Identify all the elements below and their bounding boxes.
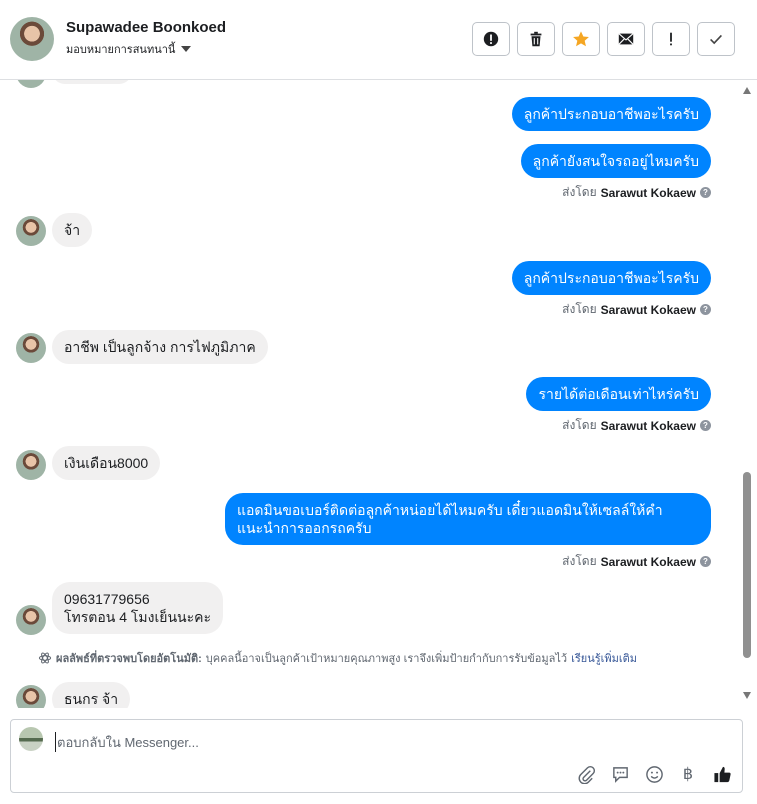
help-icon[interactable]: ? bbox=[700, 420, 711, 431]
avatar bbox=[16, 685, 46, 708]
follow-up-button[interactable] bbox=[652, 22, 690, 56]
message-bubble-outgoing: แอดมินขอเบอร์ติดต่อลูกค้าหน่อยได้ไหมครับ… bbox=[225, 493, 711, 545]
message-bubble-incoming: อาชีพ เป็นลูกจ้าง การไฟภูมิภาค bbox=[52, 330, 268, 364]
sender-name: Sarawut Kokaew bbox=[600, 185, 696, 200]
star-icon bbox=[573, 31, 589, 47]
sender-name: Sarawut Kokaew bbox=[600, 418, 696, 433]
message-bubble-incoming: เงินเดือน8000 bbox=[52, 446, 161, 480]
scroll-up-arrow-icon[interactable] bbox=[743, 87, 751, 94]
baht-icon[interactable]: ฿ bbox=[678, 764, 698, 784]
avatar bbox=[16, 605, 46, 635]
atom-icon bbox=[38, 652, 52, 664]
scroll-down-arrow-icon[interactable] bbox=[743, 692, 751, 699]
mark-spam-button[interactable] bbox=[472, 22, 510, 56]
message-bubble-incoming: 09631779656 โทรตอน 4 โมงเย็นนะคะ bbox=[52, 582, 224, 634]
auto-note-title: ผลลัพธ์ที่ตรวจพบโดยอัตโนมัติ: bbox=[56, 653, 202, 665]
avatar[interactable] bbox=[10, 17, 54, 61]
delete-button[interactable] bbox=[517, 22, 555, 56]
help-icon[interactable]: ? bbox=[700, 304, 711, 315]
message-bubble-outgoing: ลูกค้าประกอบอาชีพอะไรครับ bbox=[511, 97, 711, 131]
reply-input[interactable] bbox=[55, 732, 655, 752]
message-bubble-incoming: ธนกร จ้า bbox=[52, 682, 131, 708]
avatar bbox=[16, 80, 46, 88]
message-bubble-outgoing: ลูกค้าประกอบอาชีพอะไรครับ bbox=[511, 261, 711, 295]
auto-detected-note: ผลลัพธ์ที่ตรวจพบโดยอัตโนมัติ: บุคคลนี้อา… bbox=[38, 649, 637, 667]
trash-icon bbox=[530, 31, 542, 47]
sent-by-prefix: ส่งโดย bbox=[562, 418, 597, 432]
scrollbar-thumb[interactable] bbox=[743, 472, 751, 658]
mark-done-button[interactable] bbox=[697, 22, 735, 56]
composer-tools: ฿ bbox=[576, 764, 732, 784]
conversation-header: Supawadee Boonkoed มอบหมายการสนทนานี้ bbox=[0, 0, 757, 80]
check-icon bbox=[710, 34, 722, 45]
sent-by-label: ส่งโดย Sarawut Kokaew ? bbox=[562, 183, 711, 202]
contact-name[interactable]: Supawadee Boonkoed bbox=[66, 19, 226, 36]
message-bubble-outgoing: ลูกค้ายังสนใจรถอยู่ไหมครับ bbox=[520, 144, 711, 178]
thumbs-up-icon[interactable] bbox=[712, 764, 732, 784]
saved-reply-icon[interactable] bbox=[610, 764, 630, 784]
message-bubble-outgoing: รายได้ต่อเดือนเท่าไหร่ครับ bbox=[526, 377, 711, 411]
message-bubble-partial bbox=[52, 80, 132, 84]
reply-composer: ฿ bbox=[10, 719, 743, 793]
learn-more-link[interactable]: เรียนรู้เพิ่มเติม bbox=[571, 649, 637, 667]
message-thread[interactable]: ลูกค้าประกอบอาชีพอะไรครับ ลูกค้ายังสนใจร… bbox=[0, 80, 740, 708]
attachment-icon[interactable] bbox=[576, 764, 596, 784]
assign-conversation-dropdown[interactable]: มอบหมายการสนทนานี้ bbox=[66, 40, 192, 58]
mark-unread-button[interactable] bbox=[607, 22, 645, 56]
auto-note-body: บุคคลนี้อาจเป็นลูกค้าเป้าหมายคุณภาพสูง เ… bbox=[205, 653, 568, 665]
sender-name: Sarawut Kokaew bbox=[600, 554, 696, 569]
sent-by-prefix: ส่งโดย bbox=[562, 302, 597, 316]
avatar bbox=[16, 450, 46, 480]
avatar bbox=[16, 333, 46, 363]
help-icon[interactable]: ? bbox=[700, 556, 711, 567]
assign-label: มอบหมายการสนทนานี้ bbox=[66, 44, 176, 56]
sender-name: Sarawut Kokaew bbox=[600, 302, 696, 317]
help-icon[interactable]: ? bbox=[700, 187, 711, 198]
scrollbar[interactable] bbox=[740, 80, 757, 708]
sent-by-prefix: ส่งโดย bbox=[562, 554, 597, 568]
star-button[interactable] bbox=[562, 22, 600, 56]
sent-by-label: ส่งโดย Sarawut Kokaew ? bbox=[562, 552, 711, 571]
avatar bbox=[16, 216, 46, 246]
exclamation-icon bbox=[670, 32, 672, 46]
mail-icon bbox=[618, 33, 634, 45]
header-actions bbox=[472, 22, 735, 56]
sent-by-label: ส่งโดย Sarawut Kokaew ? bbox=[562, 416, 711, 435]
caret-down-icon bbox=[181, 46, 192, 52]
message-bubble-incoming: จ้า bbox=[52, 213, 93, 247]
spam-alert-icon bbox=[483, 31, 499, 47]
emoji-icon[interactable] bbox=[644, 764, 664, 784]
sent-by-prefix: ส่งโดย bbox=[562, 185, 597, 199]
page-avatar bbox=[19, 727, 43, 751]
sent-by-label: ส่งโดย Sarawut Kokaew ? bbox=[562, 300, 711, 319]
